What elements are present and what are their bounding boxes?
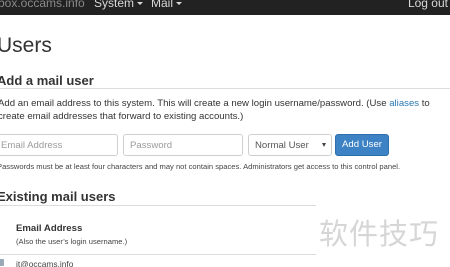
add-user-intro: Add an email address to this system. Thi… xyxy=(0,97,446,123)
page-title: Users xyxy=(0,34,52,57)
password-input[interactable]: Password xyxy=(123,134,243,156)
aliases-link[interactable]: aliases xyxy=(389,98,419,109)
logout-link[interactable]: Log out xyxy=(408,0,448,10)
email-column-subheader: (Also the user’s login username.) xyxy=(16,237,128,246)
chevron-down-icon xyxy=(137,2,144,6)
email-column-header: Email Address xyxy=(16,223,83,234)
add-user-button[interactable]: Add User xyxy=(335,134,389,156)
nav-mail-menu[interactable]: Mail xyxy=(151,0,183,10)
brand-link[interactable]: box.occams.info xyxy=(0,0,85,10)
section-divider xyxy=(0,88,450,89)
nav-system-label: System xyxy=(94,0,135,10)
existing-users-heading: Existing mail users xyxy=(0,189,116,204)
table-row-email: jt@occams.info xyxy=(16,259,74,267)
privilege-select-value: Normal User xyxy=(255,140,309,151)
user-icon xyxy=(0,259,4,266)
privilege-select[interactable]: Normal User xyxy=(248,134,332,156)
add-user-heading: Add a mail user xyxy=(0,73,94,88)
nav-mail-label: Mail xyxy=(151,0,174,10)
section-divider xyxy=(0,205,316,206)
top-navbar: box.occams.info System Mail Log out xyxy=(0,0,450,15)
nav-system-menu[interactable]: System xyxy=(94,0,144,10)
dropdown-arrow-icon xyxy=(322,143,326,147)
chevron-down-icon xyxy=(176,2,183,6)
email-address-input[interactable]: Email Address xyxy=(0,134,118,156)
intro-text-before: Add an email address to this system. Thi… xyxy=(0,98,390,109)
table-row-divider xyxy=(0,254,316,255)
watermark-text: 软件技巧 xyxy=(319,217,440,251)
password-help-text: Passwords must be at least four characte… xyxy=(0,162,401,171)
